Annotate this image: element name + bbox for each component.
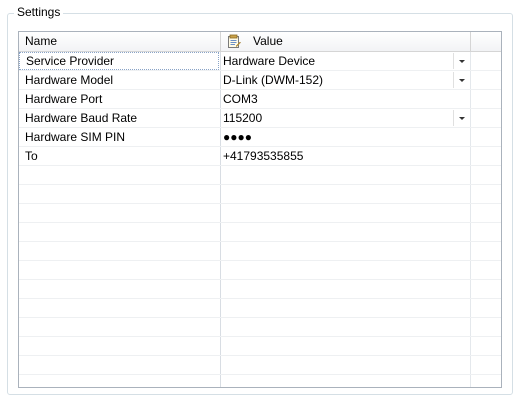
property-row[interactable]: Hardware Baud Rate 115200	[19, 109, 501, 128]
column-divider	[470, 32, 471, 51]
property-name[interactable]: Service Provider	[19, 52, 219, 70]
grid-header: Name Value	[19, 32, 501, 52]
empty-row	[19, 337, 501, 356]
property-row[interactable]: Hardware SIM PIN ●●●●	[19, 128, 501, 147]
column-header-name[interactable]: Name	[25, 32, 57, 51]
chevron-down-icon[interactable]	[453, 72, 469, 88]
chevron-down-icon[interactable]	[453, 110, 469, 126]
empty-row	[19, 223, 501, 242]
empty-row	[19, 242, 501, 261]
settings-group-title: Settings	[14, 5, 64, 19]
property-row[interactable]: Hardware Model D-Link (DWM-152)	[19, 71, 501, 90]
property-name[interactable]: Hardware SIM PIN	[25, 128, 125, 146]
column-divider[interactable]	[220, 32, 221, 51]
chevron-down-icon[interactable]	[453, 53, 469, 69]
empty-row	[19, 280, 501, 299]
property-grid[interactable]: Name Value Service Provider Hardware Devi…	[18, 31, 502, 388]
property-name[interactable]: Hardware Port	[25, 90, 102, 108]
property-row[interactable]: Service Provider Hardware Device	[19, 52, 501, 71]
column-header-value[interactable]: Value	[253, 32, 283, 51]
property-value[interactable]: D-Link (DWM-152)	[223, 71, 323, 89]
property-value[interactable]: +41793535855	[223, 147, 303, 165]
property-name[interactable]: Hardware Baud Rate	[25, 109, 137, 127]
property-row[interactable]: Hardware Port COM3	[19, 90, 501, 109]
property-value[interactable]: COM3	[223, 90, 258, 108]
empty-row	[19, 299, 501, 318]
property-name[interactable]: Hardware Model	[25, 71, 113, 89]
empty-row	[19, 185, 501, 204]
empty-row	[19, 261, 501, 280]
property-value[interactable]: ●●●●	[223, 128, 252, 146]
property-value[interactable]: Hardware Device	[223, 52, 315, 70]
property-name[interactable]: To	[25, 147, 38, 165]
empty-row	[19, 318, 501, 337]
notepad-icon	[228, 34, 241, 48]
empty-row	[19, 204, 501, 223]
property-row[interactable]: To +41793535855	[19, 147, 501, 166]
empty-row	[19, 166, 501, 185]
property-value[interactable]: 115200	[223, 109, 262, 127]
empty-row	[19, 356, 501, 375]
